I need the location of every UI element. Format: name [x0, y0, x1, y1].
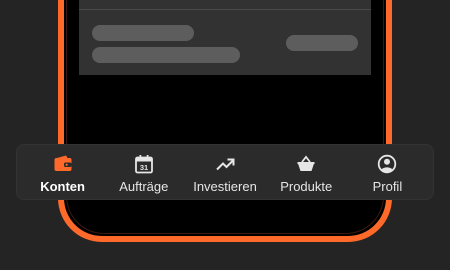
- nav-item-produkte[interactable]: Produkte: [266, 144, 347, 200]
- bottom-navigation: Konten 31 Aufträge Investieren Produkte …: [16, 144, 434, 200]
- trending-up-icon: [216, 158, 235, 171]
- svg-text:31: 31: [140, 163, 148, 172]
- card-divider: [79, 9, 371, 10]
- nav-item-investieren[interactable]: Investieren: [184, 144, 265, 200]
- nav-label-auftraege: Aufträge: [119, 179, 169, 194]
- nav-label-produkte: Produkte: [280, 179, 333, 194]
- calendar-icon: 31: [134, 155, 153, 174]
- app-screen: Konten 31 Aufträge Investieren Produkte …: [0, 0, 450, 270]
- nav-label-profil: Profil: [372, 179, 403, 194]
- profile-icon: [378, 154, 397, 174]
- skeleton-line: [92, 47, 240, 63]
- nav-item-auftraege[interactable]: 31 Aufträge: [103, 144, 184, 200]
- basket-icon: [297, 155, 315, 171]
- wallet-icon: [54, 155, 72, 171]
- nav-label-konten: Konten: [40, 179, 85, 194]
- nav-item-profil[interactable]: Profil: [347, 144, 428, 200]
- phone-frame: [58, 0, 392, 242]
- skeleton-amount: [286, 35, 358, 51]
- loading-card: [79, 0, 371, 75]
- nav-item-konten[interactable]: Konten: [22, 144, 103, 200]
- nav-label-investieren: Investieren: [193, 179, 257, 194]
- skeleton-line: [92, 25, 194, 41]
